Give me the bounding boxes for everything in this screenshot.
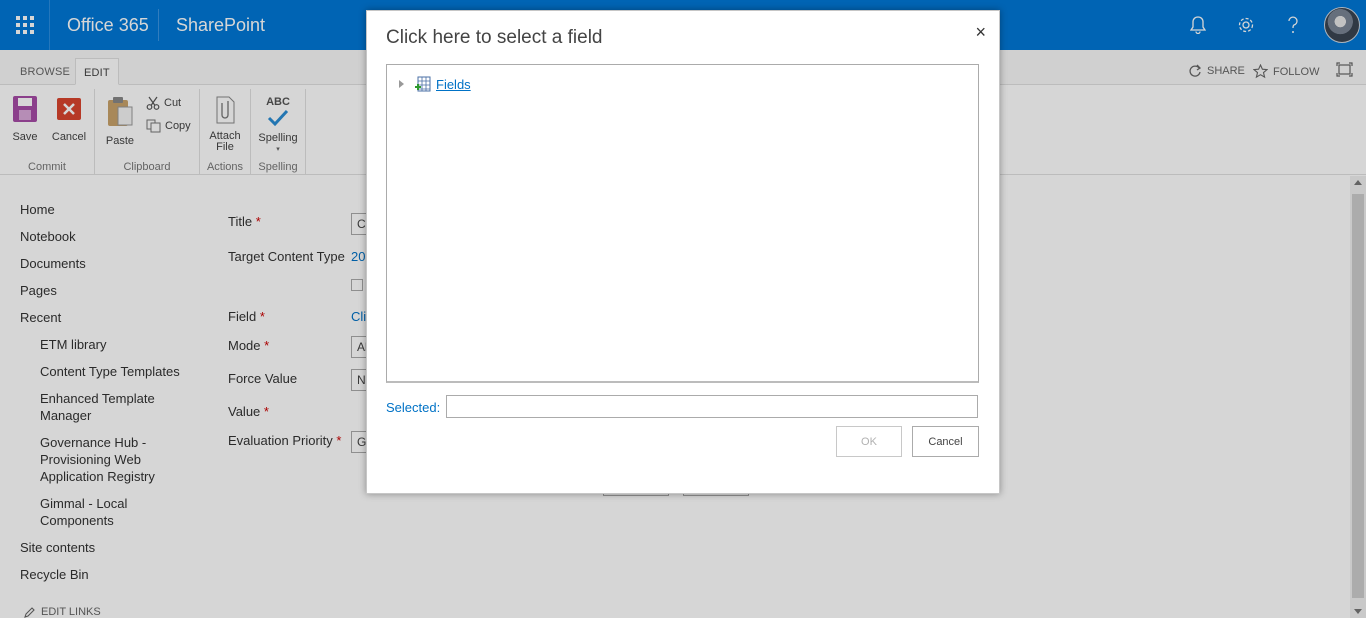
selected-field-input[interactable] bbox=[446, 395, 978, 418]
fields-node-link[interactable]: Fields bbox=[436, 77, 471, 92]
ok-button[interactable]: OK bbox=[836, 426, 902, 457]
select-field-dialog: Click here to select a field × Fields Se… bbox=[366, 10, 1000, 494]
dialog-cancel-button[interactable]: Cancel bbox=[912, 426, 979, 457]
tree-node-fields[interactable]: Fields bbox=[399, 76, 471, 92]
field-tree-view: Fields bbox=[386, 64, 979, 383]
close-icon[interactable]: × bbox=[975, 22, 986, 43]
dialog-title: Click here to select a field bbox=[386, 27, 603, 48]
expand-triangle-icon[interactable] bbox=[399, 80, 404, 88]
selected-label: Selected: bbox=[386, 400, 441, 415]
fields-table-icon bbox=[415, 76, 431, 92]
